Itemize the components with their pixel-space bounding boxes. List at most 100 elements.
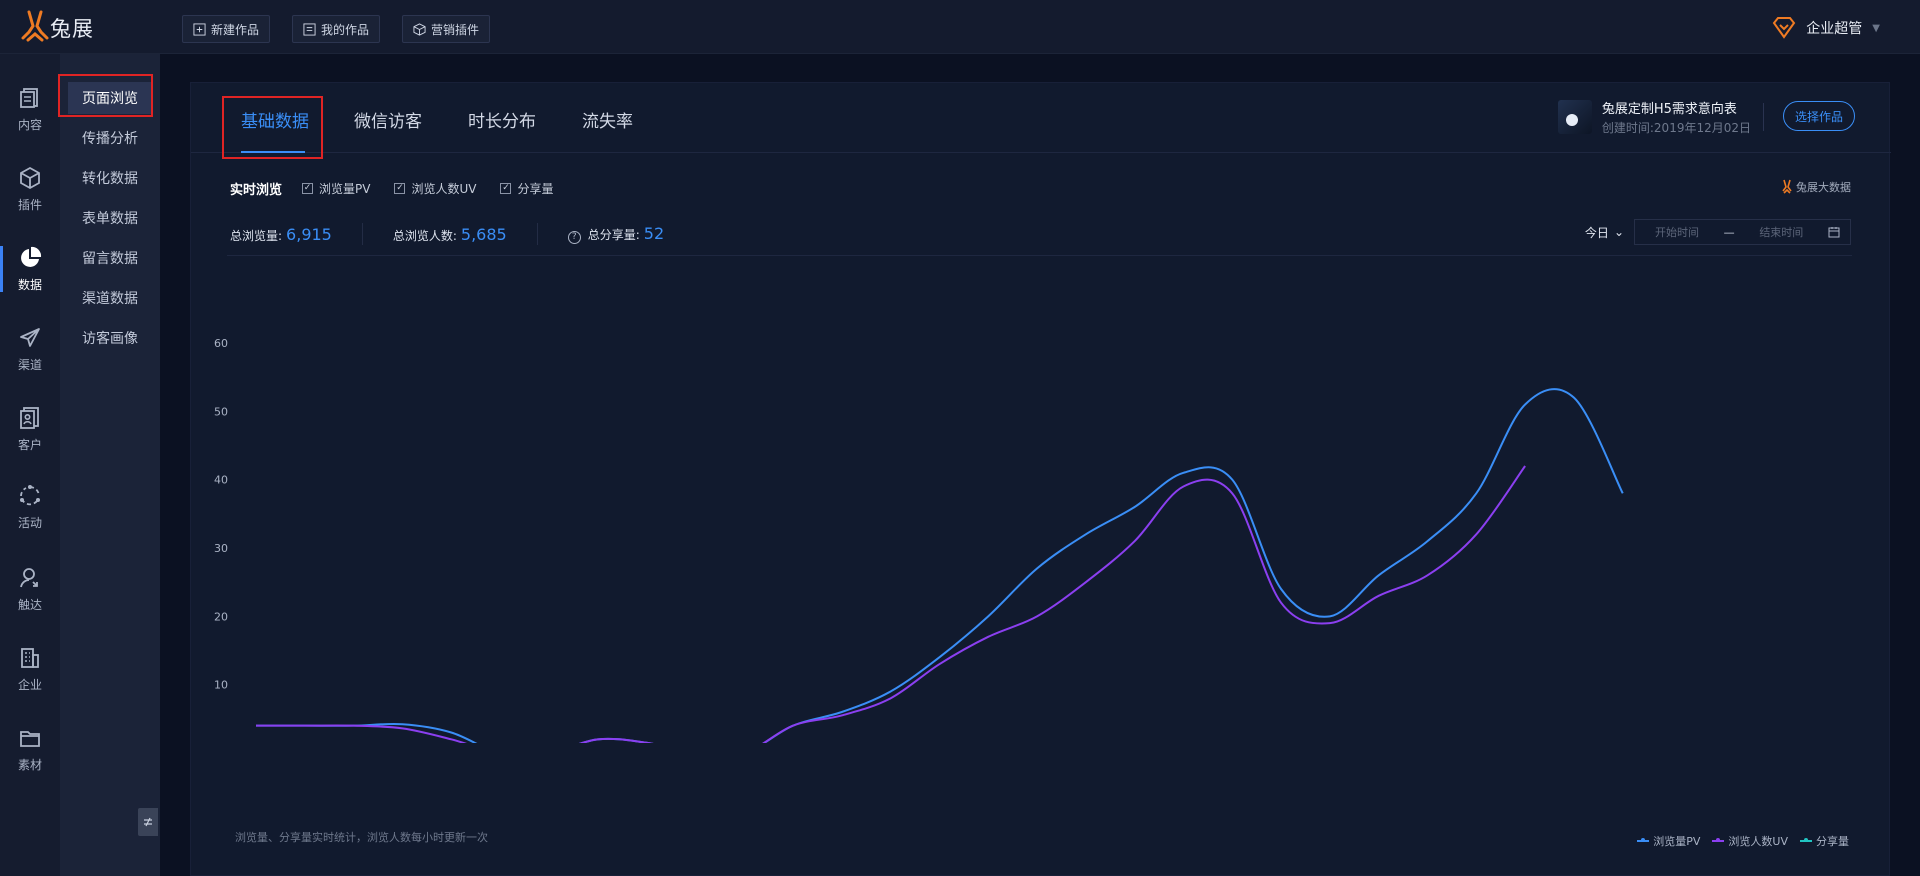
sidebar-item-customer[interactable]: 客户: [0, 394, 60, 464]
building-icon: [21, 647, 39, 668]
tab-duration[interactable]: 时长分布: [468, 107, 536, 132]
tab-bar: 基础数据 微信访客 时长分布 流失率 兔展定制H5需求意向表 创建时间:2019…: [191, 83, 1891, 159]
legend-mark: [1712, 838, 1725, 842]
collapse-sidebar-button[interactable]: [138, 808, 158, 836]
collapse-icon: [144, 817, 152, 827]
brand-text: 兔展大数据: [1796, 181, 1851, 194]
date-range-picker[interactable]: 开始时间 — 结束时间: [1634, 219, 1851, 245]
submenu-item-spread-analysis[interactable]: 传播分析: [68, 122, 152, 154]
stat-share-value: 52: [643, 224, 665, 243]
divider: [227, 255, 1852, 256]
work-title: 兔展定制H5需求意向表: [1601, 102, 1737, 117]
checkbox-checked-icon: ✓: [394, 183, 406, 194]
realtime-line-chart: 010203040506000:0004:0008:0012:0016:00: [191, 313, 1891, 778]
activity-icon: [20, 484, 40, 505]
data-submenu: 页面浏览 传播分析 转化数据 表单数据 留言数据 渠道数据 访客画像: [60, 54, 160, 876]
new-work-label: 新建作品: [211, 22, 260, 37]
checkbox-share-label: 分享量: [517, 182, 554, 196]
marketing-plugin-label: 营销插件: [431, 22, 480, 37]
tab-highlight-box: [222, 96, 323, 159]
logo-text: 兔展: [50, 17, 94, 41]
stat-total-share: ? 总分享量: 52: [567, 224, 665, 244]
my-works-button[interactable]: 我的作品: [292, 15, 381, 43]
folder-icon: [20, 730, 40, 747]
legend-label: 浏览量PV: [1653, 835, 1701, 848]
diamond-badge-icon: [1773, 17, 1796, 39]
submenu-item-channel-data[interactable]: 渠道数据: [68, 282, 152, 314]
submenu-item-conversion[interactable]: 转化数据: [68, 162, 152, 194]
realtime-title: 实时浏览: [230, 183, 283, 198]
marketing-plugin-button[interactable]: 营销插件: [402, 15, 491, 43]
period-value: 今日: [1584, 225, 1609, 240]
sidebar-item-material[interactable]: 素材: [0, 714, 60, 784]
checkbox-share[interactable]: ✓ 分享量: [500, 180, 553, 197]
choose-work-button[interactable]: 选择作品: [1783, 101, 1855, 131]
y-tick-label: 40: [214, 474, 228, 487]
legend-item-share[interactable]: 分享量: [1800, 833, 1849, 849]
sidebar-item-content[interactable]: 内容: [0, 74, 60, 144]
submenu-item-visitor-profile[interactable]: 访客画像: [68, 322, 152, 354]
stat-pv-value: 6,915: [286, 224, 332, 244]
legend-label: 分享量: [1816, 835, 1849, 848]
page-scrollbar[interactable]: [1914, 54, 1920, 876]
sidebar-item-data[interactable]: 数据: [0, 234, 60, 304]
submenu-highlight-box: [58, 74, 153, 117]
user-reach-icon: [20, 567, 38, 587]
pie-chart-icon: [21, 246, 42, 267]
sidebar-label-plugin: 插件: [17, 197, 42, 212]
checkbox-pv-label: 浏览量PV: [319, 182, 371, 196]
sidebar-label-material: 素材: [17, 757, 42, 772]
footnote: 浏览量、分享量实时统计，浏览人数每小时更新一次: [235, 831, 488, 844]
content-icon: [20, 87, 38, 108]
icon-sidebar: 内容 插件 数据 渠道 客户 活动 触达 企业 素材: [0, 54, 60, 876]
start-date-input[interactable]: 开始时间: [1655, 224, 1699, 240]
divider: [361, 223, 363, 245]
stat-share-label: 总分享量:: [587, 228, 640, 242]
checkbox-uv-label: 浏览人数UV: [411, 182, 477, 196]
divider: [1763, 103, 1764, 131]
cube-icon: [413, 22, 426, 36]
sidebar-label-channel: 渠道: [17, 357, 42, 372]
sidebar-label-content: 内容: [17, 117, 42, 132]
calendar-icon[interactable]: [1828, 226, 1840, 238]
help-icon[interactable]: ?: [567, 231, 581, 244]
sidebar-label-reach: 触达: [17, 597, 42, 612]
end-date-input[interactable]: 结束时间: [1759, 224, 1803, 240]
series-filter: 实时浏览 ✓ 浏览量PV ✓ 浏览人数UV ✓ 分享量: [230, 179, 553, 198]
top-bar: 兔展 新建作品 我的作品 营销插件 企业超管 ▼: [0, 0, 1920, 54]
app-logo[interactable]: 兔展: [20, 8, 94, 48]
chart-legend: 浏览量PV 浏览人数UV 分享量: [1637, 833, 1849, 849]
brand-watermark: 兔展大数据: [1781, 179, 1851, 195]
sidebar-item-channel[interactable]: 渠道: [0, 314, 60, 384]
work-thumbnail: [1557, 100, 1592, 134]
rabbit-small-icon: [1782, 179, 1792, 194]
checkbox-pv[interactable]: ✓ 浏览量PV: [302, 180, 370, 197]
legend-label: 浏览人数UV: [1728, 835, 1788, 848]
sidebar-item-enterprise[interactable]: 企业: [0, 634, 60, 704]
y-tick-label: 20: [214, 610, 228, 623]
submenu-item-message-data[interactable]: 留言数据: [68, 242, 152, 274]
divider: [536, 223, 538, 245]
legend-item-uv[interactable]: 浏览人数UV: [1712, 833, 1788, 849]
sidebar-item-plugin[interactable]: 插件: [0, 154, 60, 224]
y-tick-label: 30: [214, 542, 228, 555]
tab-churn-rate[interactable]: 流失率: [582, 107, 633, 132]
legend-mark: [1637, 838, 1650, 842]
stat-pv-label: 总浏览量:: [230, 228, 283, 243]
date-filter: 今日 ⌄ 开始时间 — 结束时间: [1585, 219, 1851, 245]
paper-plane-icon: [20, 327, 40, 347]
checkbox-uv[interactable]: ✓ 浏览人数UV: [394, 180, 476, 197]
contact-card-icon: [20, 406, 39, 429]
sidebar-item-reach[interactable]: 触达: [0, 554, 60, 624]
period-select[interactable]: 今日 ⌄: [1585, 224, 1624, 241]
chart-svg: 010203040506000:0004:0008:0012:0016:00: [214, 337, 1856, 778]
checkbox-checked-icon: ✓: [302, 183, 314, 194]
submenu-item-form-data[interactable]: 表单数据: [68, 202, 152, 234]
sidebar-label-enterprise: 企业: [17, 677, 42, 692]
sidebar-item-activity[interactable]: 活动: [0, 472, 60, 542]
user-menu[interactable]: 企业超管 ▼: [1772, 14, 1880, 42]
tab-wechat-visitors[interactable]: 微信访客: [354, 107, 422, 132]
new-work-button[interactable]: 新建作品: [182, 15, 271, 43]
legend-item-pv[interactable]: 浏览量PV: [1637, 833, 1700, 849]
checkbox-checked-icon: ✓: [500, 183, 512, 194]
